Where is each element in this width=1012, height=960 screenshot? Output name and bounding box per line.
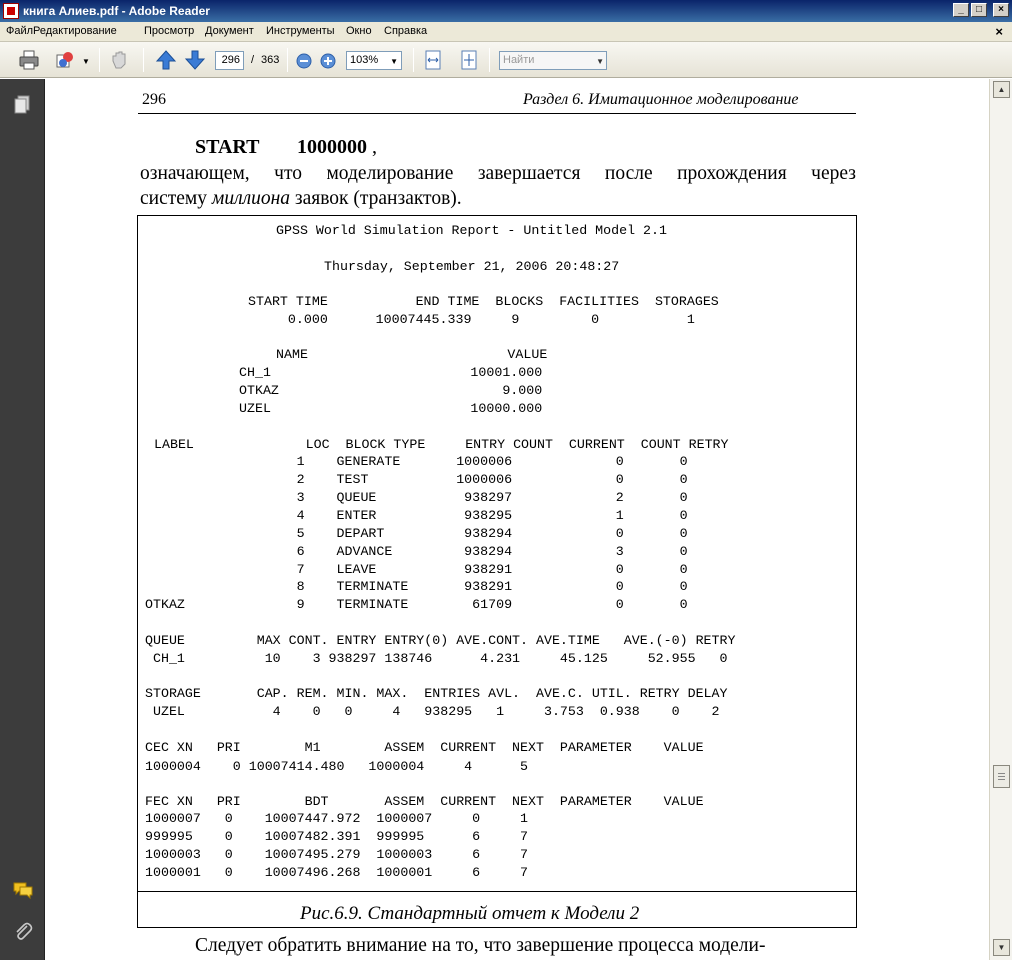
close-button[interactable]: × xyxy=(993,3,1009,17)
document-page: 296 Раздел 6. Имитационное моделирование… xyxy=(46,79,989,960)
start-comma: , xyxy=(372,136,377,158)
summary-values: 0.000 10007445.339 9 0 1 xyxy=(248,312,695,327)
blocks-row: 8 TERMINATE 938291 0 0 xyxy=(145,579,688,594)
scroll-down-button[interactable]: ▼ xyxy=(993,939,1010,956)
fit-page-icon[interactable] xyxy=(458,49,480,71)
pdf-app-icon xyxy=(3,3,19,19)
menu-bar: Файл Редактирование Просмотр Документ Ин… xyxy=(0,22,1012,42)
names-header: NAME VALUE xyxy=(276,347,548,362)
zoom-value: 103% xyxy=(350,54,379,66)
blocks-row: 6 ADVANCE 938294 3 0 xyxy=(145,544,688,559)
search-placeholder: Найти xyxy=(503,54,535,66)
window-title: книга Алиев.pdf - Adobe Reader xyxy=(23,4,210,18)
fec-row: 1000003 0 10007495.279 1000003 6 7 xyxy=(145,847,529,862)
paragraph-line-2: систему миллиона заявок (транзактов). xyxy=(140,188,462,210)
menu-view[interactable]: Просмотр xyxy=(144,25,194,37)
start-value: 1000000 xyxy=(297,136,367,158)
toolbar: ▼ 296 / 363 103% ▼ Найти ▼ xyxy=(0,42,1012,78)
document-close-button[interactable]: × xyxy=(995,24,1003,39)
cec-header: CEC XN PRI M1 ASSEM CURRENT NEXT PARAMET… xyxy=(145,740,704,755)
zoom-out-icon[interactable] xyxy=(296,53,312,69)
menu-window[interactable]: Окно xyxy=(346,25,372,37)
search-dropdown-arrow[interactable]: ▼ xyxy=(596,57,604,66)
hand-icon[interactable] xyxy=(108,49,130,71)
report-title: GPSS World Simulation Report - Untitled … xyxy=(276,223,667,238)
blocks-row: 4 ENTER 938295 1 0 xyxy=(145,508,688,523)
storage-row: UZEL 4 0 0 4 938295 1 3.753 0.938 0 2 xyxy=(145,704,720,719)
search-input[interactable]: Найти ▼ xyxy=(499,51,607,70)
cec-row: 1000004 0 10007414.480 1000004 4 5 xyxy=(145,759,529,774)
zoom-dropdown-arrow[interactable]: ▼ xyxy=(390,57,398,66)
scroll-up-button[interactable]: ▲ xyxy=(993,81,1010,98)
zoom-select[interactable]: 103% ▼ xyxy=(346,51,402,70)
footer-paragraph: Следует обратить внимание на то, что зав… xyxy=(195,935,766,956)
window-controls: _ □ × xyxy=(953,3,1009,17)
share-dropdown-arrow[interactable]: ▼ xyxy=(82,57,90,66)
next-page-icon[interactable] xyxy=(184,49,206,71)
maximize-button[interactable]: □ xyxy=(971,3,987,17)
page-header-number: 296 xyxy=(142,91,166,108)
menu-file[interactable]: Файл xyxy=(6,25,33,37)
vertical-scrollbar[interactable]: ▲ ▼ xyxy=(989,79,1012,960)
scroll-thumb[interactable] xyxy=(993,765,1010,788)
pages-icon[interactable] xyxy=(12,93,34,115)
names-row: UZEL 10000.000 xyxy=(239,401,543,416)
figure-caption: Рис.6.9. Стандартный отчет к Модели 2 xyxy=(300,903,640,924)
queue-header: QUEUE MAX CONT. ENTRY ENTRY(0) AVE.CONT.… xyxy=(145,633,736,648)
menu-tools[interactable]: Инструменты xyxy=(266,25,335,37)
paragraph-text: систему xyxy=(140,188,212,209)
fec-header: FEC XN PRI BDT ASSEM CURRENT NEXT PARAME… xyxy=(145,794,704,809)
comments-icon[interactable] xyxy=(12,879,34,901)
menu-edit[interactable]: Редактирование xyxy=(33,25,117,37)
paragraph-emphasis: миллиона xyxy=(211,188,291,209)
prev-page-icon[interactable] xyxy=(155,49,177,71)
blocks-row: 1 GENERATE 1000006 0 0 xyxy=(145,454,688,469)
menu-help[interactable]: Справка xyxy=(384,25,427,37)
blocks-row: 5 DEPART 938294 0 0 xyxy=(145,526,688,541)
storage-header: STORAGE CAP. REM. MIN. MAX. ENTRIES AVL.… xyxy=(145,686,728,701)
names-row: CH_1 10001.000 xyxy=(239,365,543,380)
page-header-title: Раздел 6. Имитационное моделирование xyxy=(523,91,799,108)
navigation-panel xyxy=(0,79,45,960)
print-icon[interactable] xyxy=(18,49,40,71)
blocks-row: 3 QUEUE 938297 2 0 xyxy=(145,490,688,505)
page-count: 363 xyxy=(261,54,280,66)
fec-row: 1000007 0 10007447.972 1000007 0 1 xyxy=(145,811,529,826)
blocks-row: 2 TEST 1000006 0 0 xyxy=(145,472,688,487)
share-icon[interactable] xyxy=(54,49,76,71)
blocks-header: LABEL LOC BLOCK TYPE ENTRY COUNT CURRENT… xyxy=(154,437,729,452)
queue-row: CH_1 10 3 938297 138746 4.231 45.125 52.… xyxy=(145,651,728,666)
minimize-button[interactable]: _ xyxy=(953,3,969,17)
header-rule xyxy=(138,113,856,114)
summary-header: START TIME END TIME BLOCKS FACILITIES ST… xyxy=(248,294,719,309)
attachment-icon[interactable] xyxy=(12,921,34,943)
zoom-in-icon[interactable] xyxy=(320,53,336,69)
paragraph-line-1: означающем, что моделирование завершаетс… xyxy=(140,163,856,184)
names-row: OTKAZ 9.000 xyxy=(239,383,543,398)
blocks-row: 7 LEAVE 938291 0 0 xyxy=(145,562,688,577)
page-number-input[interactable]: 296 xyxy=(215,51,244,70)
fec-row: 999995 0 10007482.391 999995 6 7 xyxy=(145,829,529,844)
start-command: START xyxy=(195,136,260,158)
report-date: Thursday, September 21, 2006 20:48:27 xyxy=(324,259,620,274)
blocks-row: OTKAZ 9 TERMINATE 61709 0 0 xyxy=(145,597,688,612)
page-separator: / xyxy=(251,54,255,66)
title-bar: книга Алиев.pdf - Adobe Reader _ □ × xyxy=(0,0,1012,22)
fit-width-icon[interactable] xyxy=(422,49,444,71)
menu-document[interactable]: Документ xyxy=(205,25,254,37)
caption-rule xyxy=(137,891,857,892)
paragraph-text-end: заявок (транзактов). xyxy=(290,188,462,209)
fec-row: 1000001 0 10007496.268 1000001 6 7 xyxy=(145,865,529,880)
